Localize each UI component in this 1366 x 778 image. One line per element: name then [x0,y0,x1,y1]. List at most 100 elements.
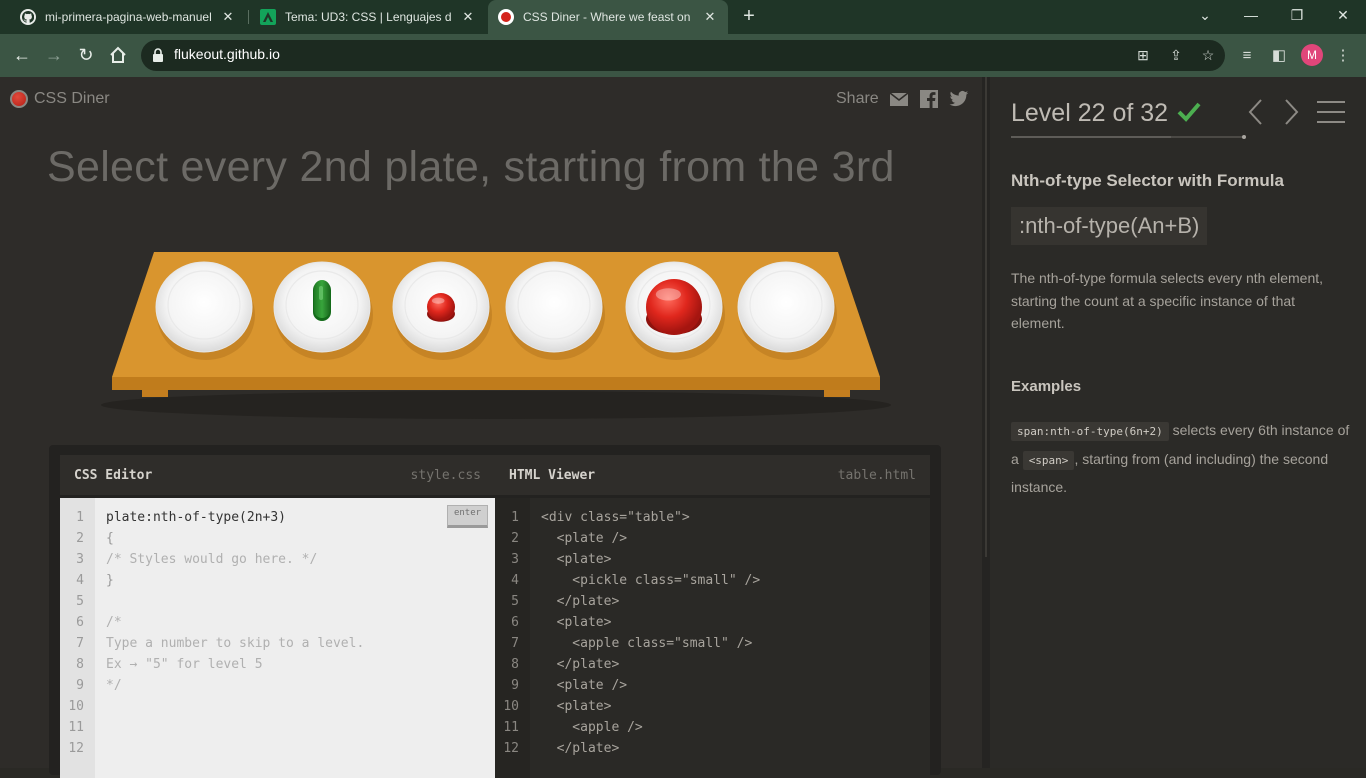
plate[interactable] [505,261,605,360]
new-tab-button[interactable]: + [738,5,760,27]
line-number: 2 [511,531,519,546]
next-level-icon[interactable] [1280,97,1302,127]
plate[interactable] [155,261,255,360]
html-viewer-title: HTML Viewer [509,467,596,483]
facebook-icon[interactable] [919,90,939,108]
close-icon[interactable]: ✕ [460,9,476,25]
line-number: 11 [503,720,519,735]
lock-icon[interactable] [152,48,164,62]
pickle[interactable] [313,280,331,321]
back-icon[interactable]: ← [10,44,34,66]
apple[interactable] [427,293,455,322]
plate[interactable] [737,261,837,360]
twitter-icon[interactable] [949,90,969,108]
code-line: <plate> [541,699,612,714]
home-icon[interactable] [106,44,130,66]
code-line: <plate /> [541,678,628,693]
line-number: 12 [503,741,519,756]
code-line: <apple class="small" /> [541,636,753,651]
apple[interactable] [646,279,702,335]
tab-moodle[interactable]: Tema: UD3: CSS | Lenguajes de m ✕ [250,0,486,34]
share-label: Share [836,90,879,107]
line-number: 6 [76,615,84,630]
plate[interactable] [273,261,373,360]
examples-title: Examples [1011,378,1082,395]
minimize-icon[interactable]: — [1228,0,1274,30]
share-page-icon[interactable]: ⇪ [1167,46,1185,64]
line-number: 1 [76,510,84,525]
css-diner-icon [498,9,514,25]
divider-handle[interactable] [985,77,987,557]
line-number: 7 [511,636,519,651]
line-number: 1 [511,510,519,525]
translate-icon[interactable]: ⊞ [1134,46,1152,64]
tab-title: Tema: UD3: CSS | Lenguajes de m [285,10,452,24]
panel-divider[interactable] [982,77,990,768]
tab-search-icon[interactable]: ⌄ [1182,0,1228,30]
logo[interactable]: CSS Diner [10,90,110,108]
forward-icon[interactable]: → [42,44,66,66]
line-number: 3 [511,552,519,567]
media-control-icon[interactable]: ≡ [1237,46,1257,66]
line-number: 10 [68,699,84,714]
html-viewer: 1 2 3 4 5 6 7 8 9 10 11 12 <div class="table"> <pla… [495,498,930,778]
code-line: <plate> [541,552,612,567]
line-number: 9 [76,678,84,693]
level-indicator: Level 22 of 32 [1011,99,1169,127]
css-editor[interactable]: 1 2 3 4 5 6 7 8 9 10 11 12 plate:nth-of-type(2n+3) … [60,498,495,778]
line-number: 4 [511,573,519,588]
line-number: 8 [76,657,84,672]
tab-title: CSS Diner - Where we feast on C [523,10,694,24]
email-icon[interactable] [889,90,909,108]
tab-github[interactable]: mi-primera-pagina-web-manuel ✕ [10,0,246,34]
moodle-icon [260,9,276,25]
logo-icon [10,90,28,108]
side-panel-icon[interactable]: ◧ [1269,46,1289,66]
bookmark-star-icon[interactable]: ☆ [1199,46,1217,64]
close-icon[interactable]: ✕ [702,9,718,25]
level-menu-icon[interactable] [1317,101,1345,123]
css-editor-filename: style.css [410,467,481,483]
window-close-icon[interactable]: ✕ [1320,0,1366,30]
close-icon[interactable]: ✕ [220,9,236,25]
reload-icon[interactable]: ↻ [74,44,98,66]
code-line: { [106,531,114,546]
url-text[interactable]: flukeout.github.io [174,46,280,62]
code-line: <apple /> [541,720,643,735]
code-line: /* [106,615,122,630]
profile-avatar[interactable]: M [1301,44,1323,66]
css-editor-title: CSS Editor [74,467,153,483]
editor-panel: CSS Editor style.css HTML Viewer table.h… [49,445,941,778]
code-line: <plate /> [541,531,628,546]
css-gutter: 1 2 3 4 5 6 7 8 9 10 11 12 [60,498,95,778]
plate[interactable] [625,261,725,360]
tab-title: mi-primera-pagina-web-manuel [45,10,212,24]
table-edge [112,377,880,390]
more-menu-icon[interactable]: ⋮ [1333,46,1353,66]
example: span:nth-of-type(6n+2) selects every 6th… [1011,417,1351,501]
example-tag: <span> [1022,450,1075,470]
example-code: span:nth-of-type(6n+2) [1011,422,1169,441]
selector-syntax: :nth-of-type(An+B) [1011,207,1208,245]
level-instruction: Select every 2nd plate, starting from th… [47,143,895,191]
code-line: <plate> [541,615,612,630]
dinner-table [96,247,896,422]
enter-button[interactable]: enter [447,505,488,528]
css-editor-header: CSS Editor style.css [60,455,495,495]
tab-css-diner[interactable]: CSS Diner - Where we feast on C ✕ [488,0,728,34]
restore-icon[interactable]: ❐ [1274,0,1320,30]
line-number: 10 [503,699,519,714]
previous-level-icon[interactable] [1245,97,1267,127]
address-bar[interactable] [141,40,1225,71]
line-number: 7 [76,636,84,651]
github-icon [20,9,36,25]
code-line: </plate> [541,594,620,609]
checkmark-icon [1177,102,1201,122]
plate[interactable] [392,261,492,360]
code-line: <pickle class="small" /> [541,573,761,588]
css-input[interactable]: plate:nth-of-type(2n+3) [106,510,286,525]
selector-hint: The nth-of-type formula selects every nt… [1011,270,1324,331]
share-bar: Share [836,90,969,108]
code-line: */ [106,678,122,693]
line-number: 5 [76,594,84,609]
